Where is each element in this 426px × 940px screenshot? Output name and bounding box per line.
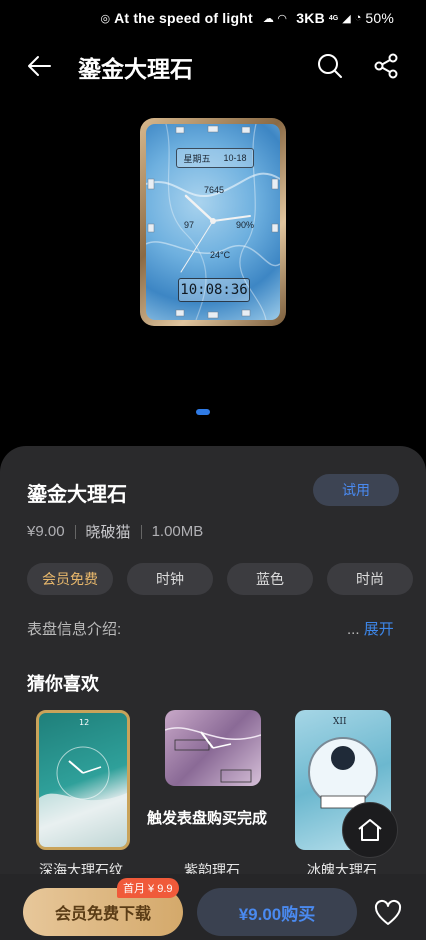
floating-home-button[interactable]: [342, 802, 398, 858]
divider: [140, 524, 142, 539]
watch-date: 10-18: [223, 153, 247, 163]
watch-face-preview[interactable]: 星期五 10-18 7645 97 90% 24°C 10:08:36: [140, 118, 286, 326]
page-title: 鎏金大理石: [78, 56, 193, 82]
recommendation-card[interactable]: 紫韵理石: [165, 710, 275, 878]
top-app-bar: 鎏金大理石: [0, 40, 426, 92]
watch-date-box: 星期五 10-18: [176, 148, 254, 168]
tag-clock[interactable]: 时钟: [127, 563, 213, 595]
page-indicator: [196, 409, 210, 415]
expand-link[interactable]: 展开: [364, 621, 394, 638]
search-icon[interactable]: [316, 52, 344, 80]
svg-text:XII: XII: [333, 717, 347, 727]
try-button[interactable]: 试用: [313, 474, 399, 506]
watch-weekday: 星期五: [183, 153, 211, 164]
app-status-icon: ◎: [100, 12, 111, 25]
info-ellipsis: ...: [347, 621, 360, 638]
watch-steps: 7645: [204, 185, 225, 195]
watch-digital-time: 10:08:36: [178, 278, 250, 302]
purchase-toast: 触发表盘购买完成: [147, 810, 268, 827]
thumbnail-art: [165, 727, 261, 783]
status-bar: ◎ At the speed of light ☁ ◠ 3KB 4G ◢ ◔ 5…: [0, 0, 426, 36]
hotspot-icon: ◠: [277, 12, 287, 25]
battery-icon: ◔: [354, 12, 362, 24]
info-label: 表盘信息介绍:: [27, 621, 122, 638]
tag-fashion[interactable]: 时尚: [327, 563, 413, 595]
first-month-badge: 首月 ¥ 9.9: [117, 878, 179, 898]
net-speed: 3KB: [296, 10, 325, 26]
svg-text:12: 12: [79, 718, 89, 727]
divider: [74, 524, 76, 539]
buy-button[interactable]: ¥9.00购买: [197, 888, 357, 936]
tag-vip-free[interactable]: 会员免费: [27, 563, 113, 595]
author-link[interactable]: 晓破猫: [86, 521, 131, 542]
heart-icon[interactable]: [373, 899, 403, 927]
share-icon[interactable]: [372, 52, 400, 80]
recommend-title: 猜你喜欢: [27, 674, 99, 694]
price-text: ¥9.00: [27, 523, 65, 540]
signal-icon: ◢: [342, 12, 351, 25]
detail-sheet: 鎏金大理石 试用 ¥9.00 晓破猫 1.00MB 会员免费 时钟 蓝色 时尚 …: [0, 446, 426, 940]
watch-temperature: 24°C: [210, 250, 231, 260]
watchface-meta: ¥9.00 晓破猫 1.00MB: [27, 521, 203, 542]
watch-face-screen: 星期五 10-18 7645 97 90% 24°C 10:08:36: [146, 124, 280, 320]
watchface-name: 鎏金大理石: [27, 484, 127, 506]
recommendation-thumbnail: [165, 710, 261, 786]
back-arrow-icon[interactable]: [26, 52, 54, 80]
thumbnail-art: 12: [39, 718, 127, 847]
tag-list: 会员免费 时钟 蓝色 时尚: [27, 563, 413, 595]
signal-label: 4G: [328, 14, 339, 22]
battery-level: 50%: [365, 10, 394, 26]
home-icon: [358, 819, 382, 841]
watch-heart-rate: 97: [184, 220, 195, 230]
watch-battery: 90%: [236, 220, 255, 230]
info-expand-row[interactable]: ... 展开: [347, 618, 394, 639]
status-carrier-text: At the speed of light: [114, 10, 253, 26]
recommendation-card[interactable]: 12 深海大理石纹: [36, 710, 146, 878]
recommendation-thumbnail: 12: [36, 710, 130, 850]
bottom-action-bar: 会员免费下载 首月 ¥ 9.9 ¥9.00购买: [0, 874, 426, 940]
file-size: 1.00MB: [151, 523, 204, 540]
notification-icon: ☁: [262, 12, 274, 25]
tag-blue[interactable]: 蓝色: [227, 563, 313, 595]
